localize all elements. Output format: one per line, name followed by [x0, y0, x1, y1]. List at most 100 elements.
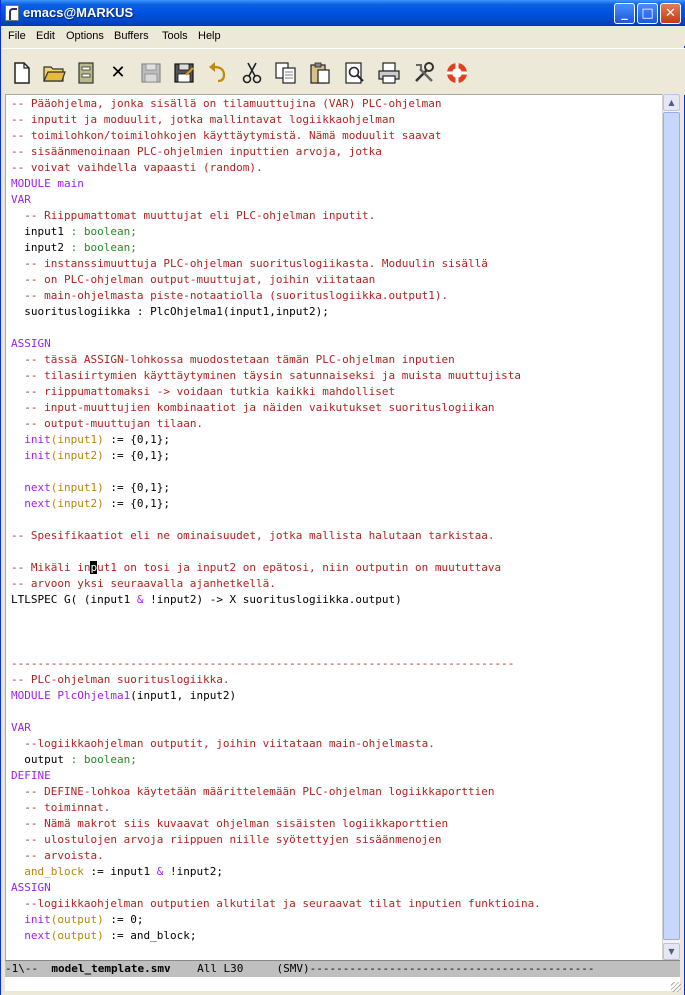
code-line[interactable]: ASSIGN	[11, 880, 51, 896]
code-token: : boolean;	[70, 225, 137, 238]
code-token: -- instanssimuuttuja PLC-ohjelman suorit…	[24, 257, 488, 270]
code-line[interactable]: VAR	[11, 192, 31, 208]
customize-icon[interactable]	[412, 61, 436, 85]
code-line[interactable]: -- Spesifikaatiot eli ne ominaisuudet, j…	[11, 528, 494, 544]
menu-buffers[interactable]: Buffers	[114, 30, 149, 42]
code-line[interactable]: MODULE PlcOhjelma1(input1, input2)	[11, 688, 236, 704]
code-line[interactable]: ----------------------------------------…	[11, 656, 514, 672]
new-file-icon[interactable]	[10, 61, 34, 85]
save-icon[interactable]	[139, 61, 163, 85]
title-bar[interactable]: emacs@MARKUS _ □ ✕	[1, 0, 685, 26]
code-line[interactable]: ASSIGN	[11, 336, 51, 352]
code-line[interactable]: -- riippumattomaksi -> voidaan tutkia ka…	[11, 384, 395, 400]
modeline-suffix: ----------------------------------------…	[309, 962, 595, 975]
menu-file[interactable]: File	[8, 30, 26, 42]
code-line[interactable]: -- Pääohjelma, jonka sisällä on tilamuut…	[11, 96, 441, 112]
maximize-button[interactable]: □	[637, 3, 658, 24]
close-window-button[interactable]: ✕	[660, 3, 681, 24]
code-line[interactable]: -- PLC-ohjelman suorituslogiikka.	[11, 672, 230, 688]
code-line[interactable]: LTLSPEC G( (input1 & !input2) -> X suori…	[11, 592, 402, 608]
modeline-major-mode[interactable]: (SMV)	[243, 962, 310, 975]
minibuffer[interactable]	[5, 977, 680, 991]
code-line[interactable]: -- arvoista.	[11, 848, 103, 864]
code-line[interactable]: -- on PLC-ohjelman output-muuttujat, joi…	[11, 272, 375, 288]
code-token: -- on PLC-ohjelman output-muuttujat, joi…	[24, 273, 376, 286]
code-token: := {0,1};	[103, 449, 170, 462]
editor-text-area[interactable]: -- Pääohjelma, jonka sisällä on tilamuut…	[5, 94, 662, 961]
code-line[interactable]: -- ulostulojen arvoja riippuen niille sy…	[11, 832, 441, 848]
code-line[interactable]: -- tilasiirtymien käyttäytyminen täysin …	[11, 368, 521, 384]
code-token: := {0,1};	[103, 497, 170, 510]
code-line[interactable]: -- toimilohkon/toimilohkojen käyttäytymi…	[11, 128, 441, 144]
code-line[interactable]: -- sisäänmenoinaan PLC-ohjelmien inputti…	[11, 144, 382, 160]
copy-icon[interactable]	[274, 61, 298, 85]
code-token: -- toimilohkon/toimilohkojen käyttäytymi…	[11, 129, 442, 142]
code-line[interactable]: and_block := input1 & !input2;	[11, 864, 223, 880]
modeline-buffer-name[interactable]: model_template.smv	[51, 962, 170, 975]
code-line[interactable]: input1 : boolean;	[11, 224, 137, 240]
undo-icon[interactable]	[206, 61, 230, 85]
code-line[interactable]: -- input-muuttujien kombinaatiot ja näid…	[11, 400, 494, 416]
code-line[interactable]: next(output) := and_block;	[11, 928, 196, 944]
code-token: init	[24, 449, 51, 462]
code-token: -- Nämä makrot siis kuvaavat ohjelman si…	[24, 817, 449, 830]
code-line[interactable]: -- Nämä makrot siis kuvaavat ohjelman si…	[11, 816, 448, 832]
menu-tools[interactable]: Tools	[162, 30, 188, 42]
code-line[interactable]: next(input2) := {0,1};	[11, 496, 170, 512]
code-line[interactable]: init(input2) := {0,1};	[11, 448, 170, 464]
code-line[interactable]: output : boolean;	[11, 752, 137, 768]
code-line[interactable]: --logiikkaohjelman outputien alkutilat j…	[11, 896, 541, 912]
open-folder-icon[interactable]	[42, 61, 66, 85]
menu-options[interactable]: Options	[66, 30, 104, 42]
code-token: init	[24, 913, 51, 926]
scroll-up-button[interactable]: ▲	[663, 94, 680, 111]
code-token: PlcOhjelma1	[57, 689, 131, 702]
code-line[interactable]: VAR	[11, 720, 31, 736]
code-token: output	[11, 753, 71, 766]
save-as-icon[interactable]	[172, 61, 196, 85]
resize-grip[interactable]	[671, 982, 681, 992]
code-line[interactable]: -- Mikäli input1 on tosi ja input2 on ep…	[11, 560, 501, 576]
code-token: -- Spesifikaatiot eli ne ominaisuudet, j…	[11, 529, 495, 542]
code-line[interactable]: -- arvoon yksi seuraavalla ajanhetkellä.	[11, 576, 276, 592]
close-buffer-icon[interactable]: ✕	[106, 61, 130, 85]
cut-icon[interactable]	[240, 61, 264, 85]
code-line[interactable]: -- inputit ja moduulit, jotka mallintava…	[11, 112, 395, 128]
code-line[interactable]: -- instanssimuuttuja PLC-ohjelman suorit…	[11, 256, 488, 272]
code-line[interactable]: -- Riippumattomat muuttujat eli PLC-ohje…	[11, 208, 375, 224]
vertical-scrollbar[interactable]: ▲ ▼	[662, 94, 680, 960]
code-line[interactable]: MODULE main	[11, 176, 84, 192]
code-line[interactable]: DEFINE	[11, 768, 51, 784]
paste-icon[interactable]	[308, 61, 332, 85]
scroll-down-button[interactable]: ▼	[663, 943, 680, 960]
code-token: ASSIGN	[11, 881, 51, 894]
code-line[interactable]: -- tässä ASSIGN-lohkossa muodostetaan tä…	[11, 352, 454, 368]
code-line[interactable]: input2 : boolean;	[11, 240, 137, 256]
help-icon[interactable]	[445, 61, 469, 85]
code-line[interactable]: next(input1) := {0,1};	[11, 480, 170, 496]
code-line[interactable]: suorituslogiikka : PlcOhjelma1(input1,in…	[11, 304, 329, 320]
code-line[interactable]: init(output) := 0;	[11, 912, 143, 928]
minimize-button[interactable]: _	[614, 3, 635, 24]
search-icon[interactable]	[343, 61, 367, 85]
code-line[interactable]: init(input1) := {0,1};	[11, 432, 170, 448]
code-line[interactable]: -- output-muuttujan tilaan.	[11, 416, 203, 432]
code-line[interactable]: -- DEFINE-lohkoa käytetään määrittelemää…	[11, 784, 494, 800]
code-line[interactable]: -- toiminnat.	[11, 800, 110, 816]
code-line[interactable]: -- voivat vaihdella vapaasti (random).	[11, 160, 263, 176]
menu-bar: File Edit Options Buffers Tools Help	[2, 26, 685, 46]
menu-help[interactable]: Help	[198, 30, 221, 42]
print-icon[interactable]	[377, 61, 401, 85]
scrollbar-thumb[interactable]	[663, 112, 680, 940]
menu-edit[interactable]: Edit	[36, 30, 55, 42]
open-directory-icon[interactable]	[74, 61, 98, 85]
code-line[interactable]: -- main-ohjelmasta piste-notaatiolla (su…	[11, 288, 448, 304]
code-line[interactable]: --logiikkaohjelman outputit, joihin viit…	[11, 736, 435, 752]
